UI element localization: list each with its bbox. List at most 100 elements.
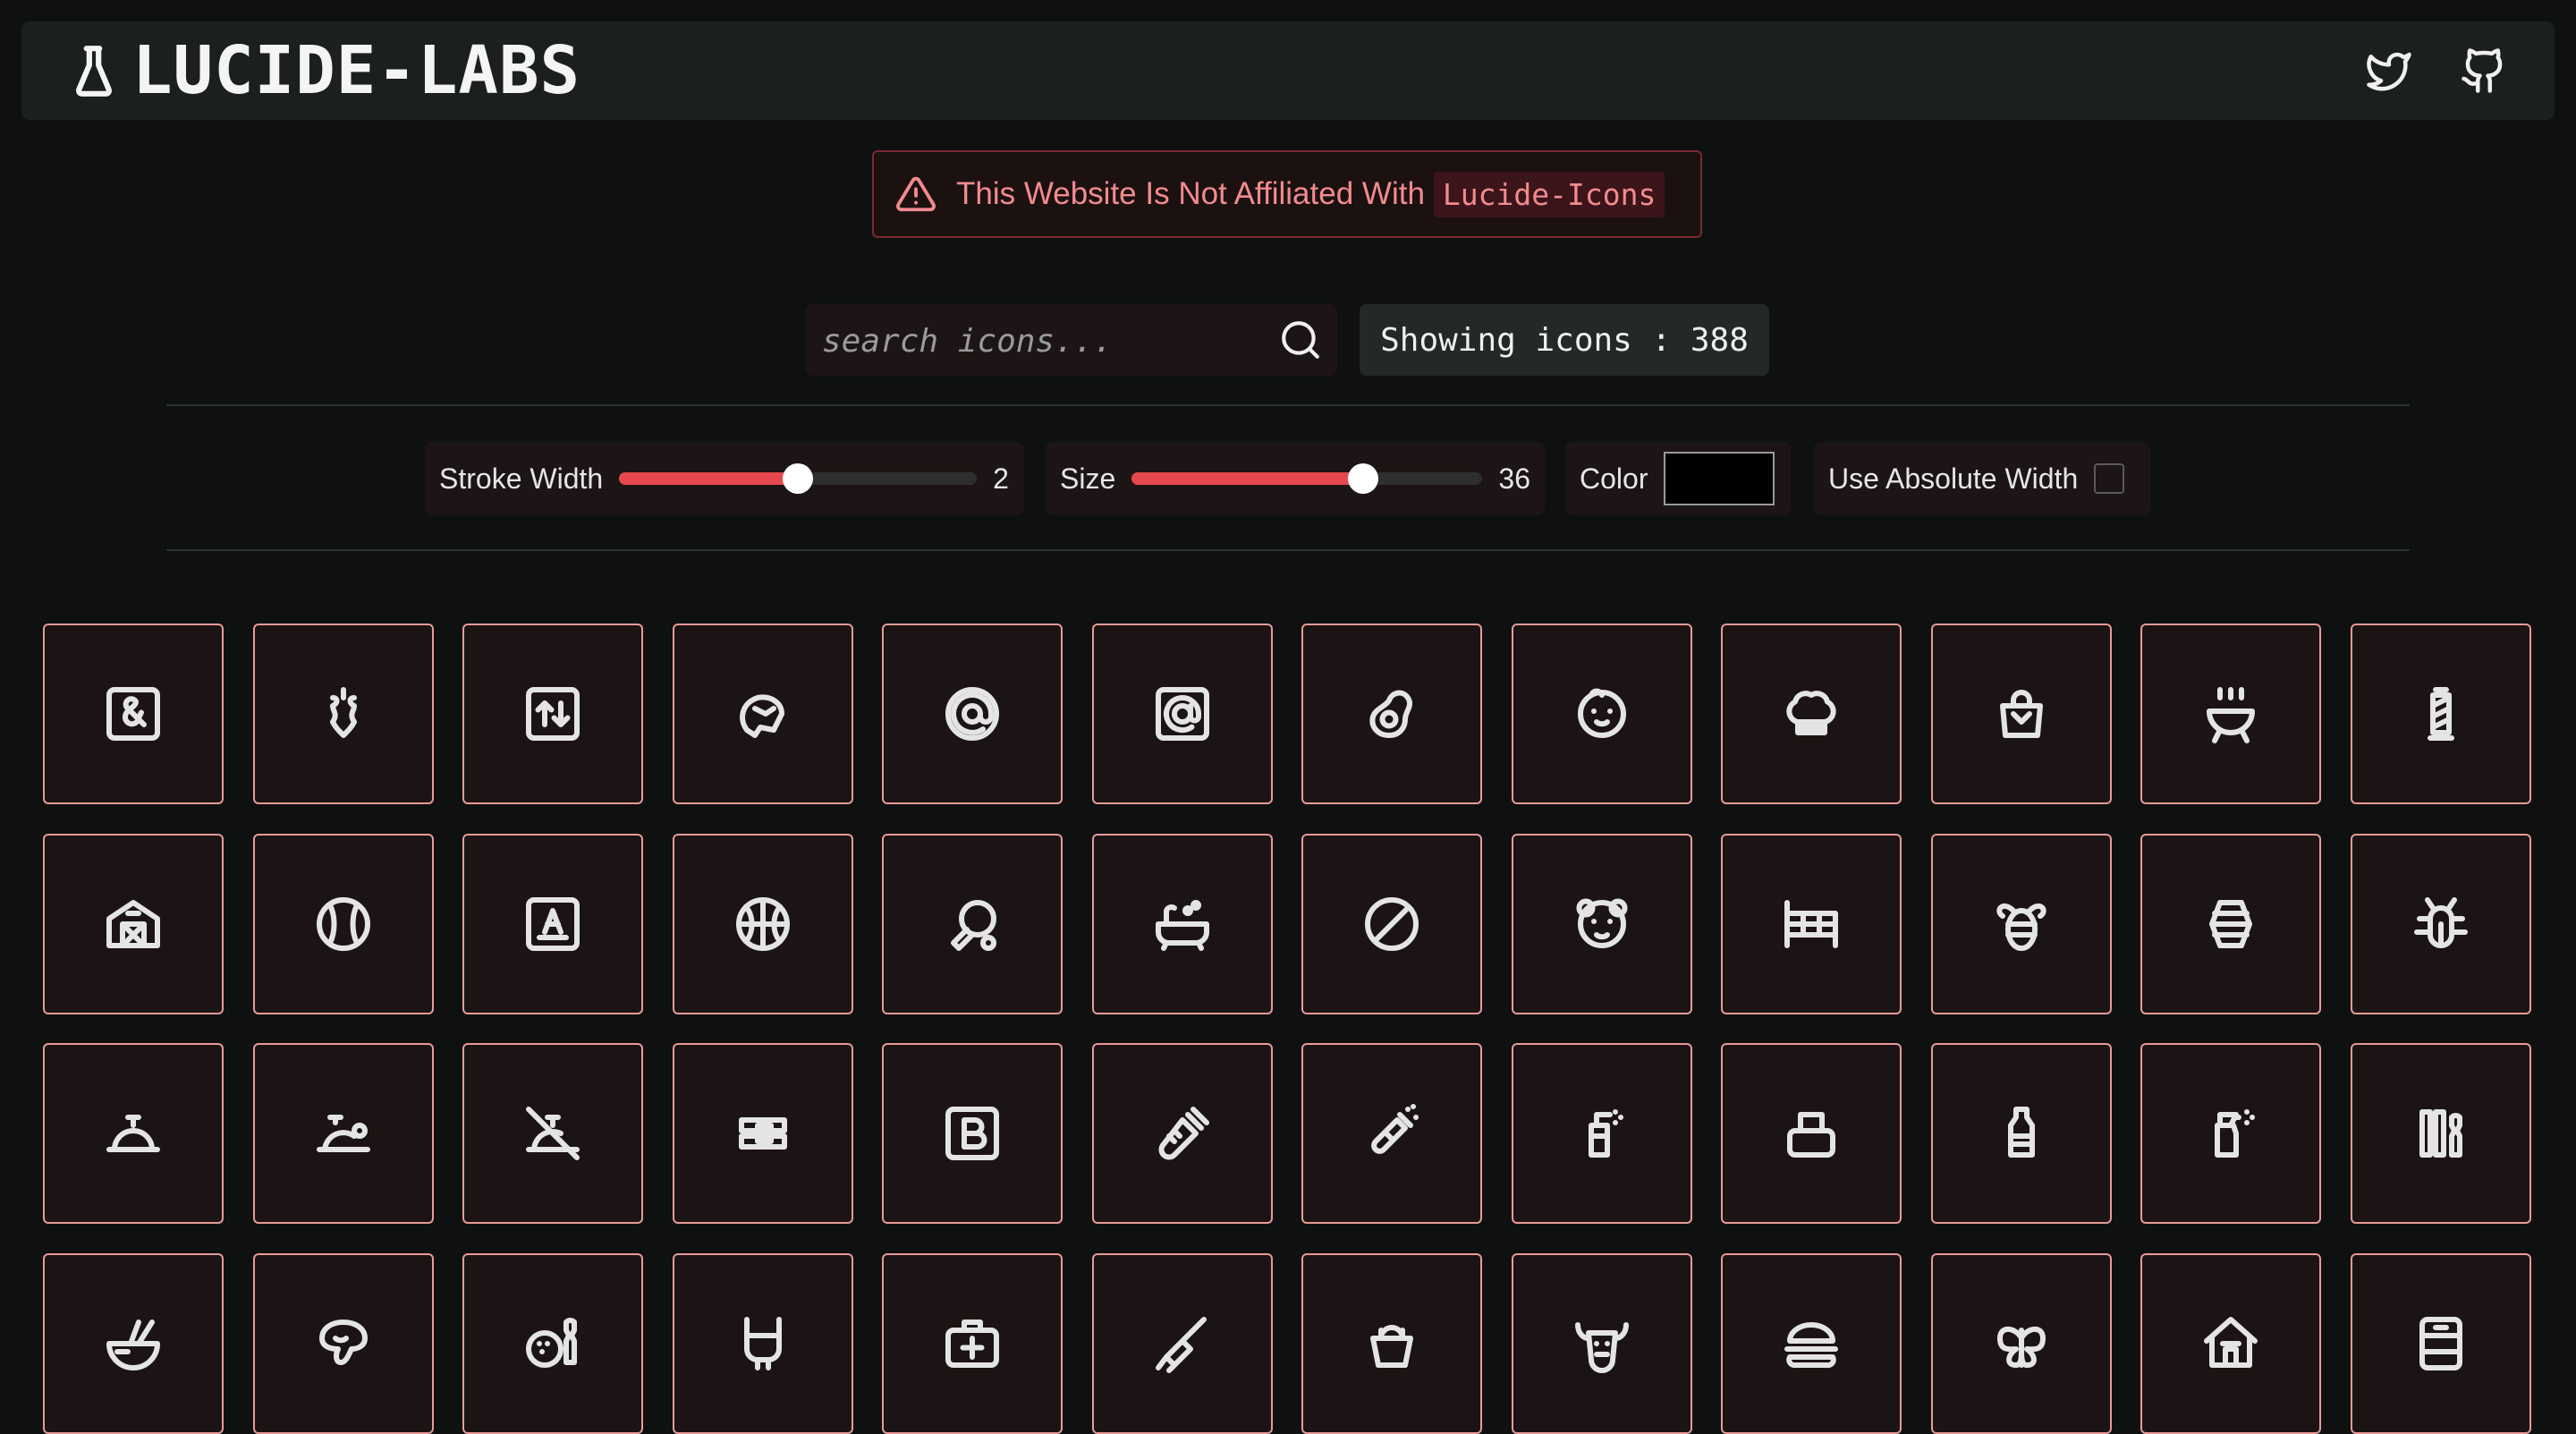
spray-bottle-icon [2215,1109,2256,1158]
icon-tile[interactable] [1511,624,1692,804]
icon-tile[interactable] [1721,833,1902,1014]
warning-triangle-icon [896,176,936,212]
bucket-icon [1370,1324,1413,1368]
bowling-pins-icon [2419,1109,2462,1158]
soap-dispenser-icon [1588,1109,1623,1158]
icon-tile[interactable] [2350,1252,2531,1434]
icon-tile[interactable] [252,1252,434,1434]
notice-code: Lucide-Icons [1433,171,1665,217]
search-icon[interactable] [1278,318,1323,362]
icon-tile[interactable] [1930,1252,2112,1434]
icon-tile[interactable] [1930,624,2112,804]
size-slider[interactable] [1131,463,1483,494]
absolute-width-checkbox[interactable] [2094,463,2125,494]
search-input[interactable] [820,313,1262,369]
icon-tile[interactable] [462,833,643,1014]
icon-tile[interactable] [43,833,224,1014]
icon-tile[interactable] [1511,1252,1692,1434]
at-circle-icon [945,687,999,741]
color-label: Color [1580,462,1648,495]
twitter-link[interactable] [2365,47,2413,95]
slider-handle[interactable] [783,463,814,494]
arrow-up-down-square-icon [526,687,580,741]
basketball-icon [735,896,790,951]
belt-icon [738,1117,787,1150]
broom-icon [1155,1316,1207,1373]
affiliation-notice: This Website Is Not Affiliated With Luci… [872,150,1702,238]
icon-tile[interactable] [2140,1252,2321,1434]
icon-tile[interactable] [1511,833,1692,1014]
icon-tile[interactable] [882,1252,1063,1434]
barn-icon [106,899,160,948]
icon-tile[interactable] [2350,833,2531,1014]
icon-tile[interactable] [2140,833,2321,1014]
absolute-width-control: Use Absolute Width [1814,442,2150,515]
icon-tile[interactable] [1721,624,1902,804]
icon-tile[interactable] [1301,624,1482,804]
icon-tile[interactable] [1930,833,2112,1014]
bed-frame-icon [1784,899,1838,948]
butterfly-icon [1996,1326,2046,1368]
stroke-width-label: Stroke Width [439,462,604,495]
icon-tile[interactable] [1301,833,1482,1014]
github-link[interactable] [2460,47,2508,95]
icon-tile[interactable] [672,1252,853,1434]
icon-tile[interactable] [1511,1043,1692,1224]
icon-tile[interactable] [882,833,1063,1014]
at-square-icon [1155,687,1209,741]
icon-tile[interactable] [462,1252,643,1434]
icon-tile[interactable] [1301,1252,1482,1434]
stroke-width-control: Stroke Width 2 [425,442,1024,515]
icon-tile[interactable] [2350,1043,2531,1224]
chef-hat-icon [1786,691,1836,735]
icon-tile[interactable] [1091,833,1273,1014]
icon-count-badge: Showing icons : 388 [1360,304,1769,376]
baby-face-icon [1577,688,1626,738]
icon-tile[interactable] [1930,1043,2112,1224]
icon-tile[interactable] [672,624,853,804]
icon-tile[interactable] [252,624,434,804]
icon-tile[interactable] [1091,1043,1273,1224]
champagne-bottle-icon [1371,1104,1419,1154]
icon-tile[interactable] [2140,624,2321,804]
icon-tile[interactable] [1721,1252,1902,1434]
absolute-width-label: Use Absolute Width [1828,462,2079,495]
baseball-icon [316,896,370,951]
bear-face-icon [1576,898,1627,948]
icon-tile[interactable] [462,624,643,804]
search-box [806,304,1337,376]
notice-text: This Website Is Not Affiliated With [956,176,1425,211]
slider-fill [1131,472,1364,485]
flask-icon [76,46,112,97]
icon-tile[interactable] [882,1043,1063,1224]
brand[interactable]: LUCIDE-LABS [72,38,580,104]
burger-icon [1784,1321,1838,1368]
icon-tile[interactable] [252,833,434,1014]
ping-pong-paddle-icon [951,899,996,951]
twitter-icon [2367,52,2411,91]
icon-tile[interactable] [43,624,224,804]
barber-pole-icon [2427,687,2454,741]
icon-tile[interactable] [43,1252,224,1434]
slider-handle[interactable] [1348,463,1379,494]
icon-tile[interactable] [252,1043,434,1224]
icon-tile[interactable] [672,1043,853,1224]
icon-tile[interactable] [1091,1252,1273,1434]
stroke-width-slider[interactable] [619,463,978,494]
icon-tile[interactable] [1721,1043,1902,1224]
bellhop-bell-icon [316,1115,370,1152]
baseball-glove-icon [739,694,784,738]
icon-tile[interactable] [1301,1043,1482,1224]
icon-tile[interactable] [43,1043,224,1224]
service-bell-icon [106,1115,160,1152]
icon-tile[interactable] [462,1043,643,1224]
icon-tile[interactable] [672,833,853,1014]
icon-tile[interactable] [2350,624,2531,804]
divider [166,404,2410,406]
icon-tile[interactable] [2140,1043,2321,1224]
icon-tile[interactable] [1091,624,1273,804]
bull-head-icon [1574,1321,1629,1373]
icon-tile[interactable] [882,624,1063,804]
color-picker[interactable] [1664,452,1775,505]
brand-title: LUCIDE-LABS [132,32,581,109]
